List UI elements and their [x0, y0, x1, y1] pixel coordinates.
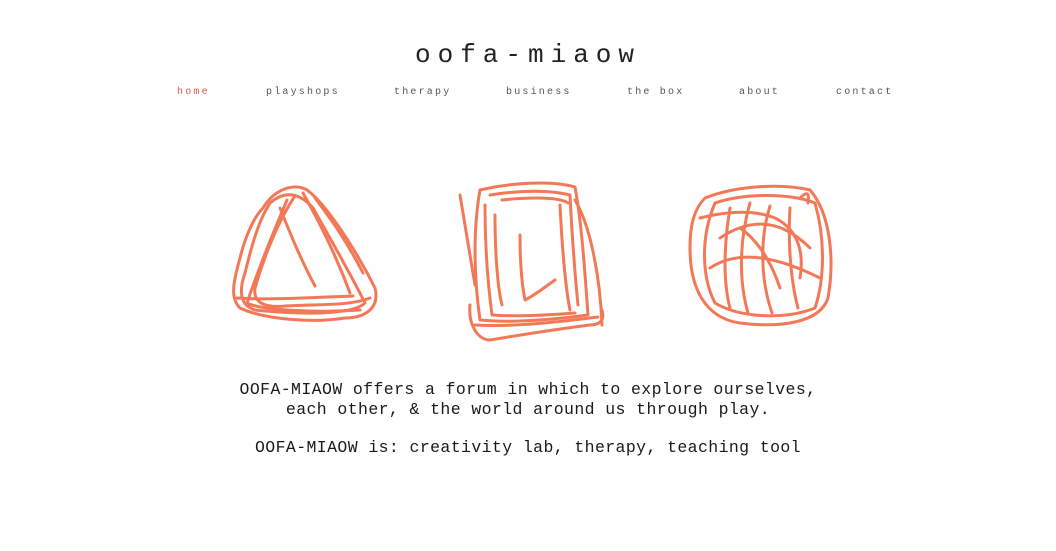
nav-item-business[interactable]: business	[506, 86, 572, 100]
hero-drawings	[0, 170, 1056, 355]
intro-text: OOFA-MIAOW offers a forum in which to ex…	[0, 380, 1056, 420]
nav-item-home[interactable]: home	[177, 86, 210, 100]
nav-item-about[interactable]: about	[739, 86, 780, 100]
crayon-square-icon	[458, 181, 605, 342]
crayon-triangle-icon	[232, 185, 378, 322]
intro-line-1: OOFA-MIAOW offers a forum in which to ex…	[239, 380, 817, 399]
nav-item-therapy[interactable]: therapy	[394, 86, 451, 100]
nav-item-contact[interactable]: contact	[836, 86, 893, 100]
main-nav: home playshops therapy business the box …	[0, 86, 1056, 102]
crayon-circle-icon	[688, 184, 833, 327]
site-title[interactable]: oofa-miaow	[0, 38, 1056, 72]
nav-item-the-box[interactable]: the box	[627, 86, 684, 100]
nav-item-playshops[interactable]: playshops	[266, 86, 340, 100]
intro-line-3: OOFA-MIAOW is: creativity lab, therapy, …	[255, 438, 801, 457]
intro-line-2: each other, & the world around us throug…	[285, 400, 771, 419]
